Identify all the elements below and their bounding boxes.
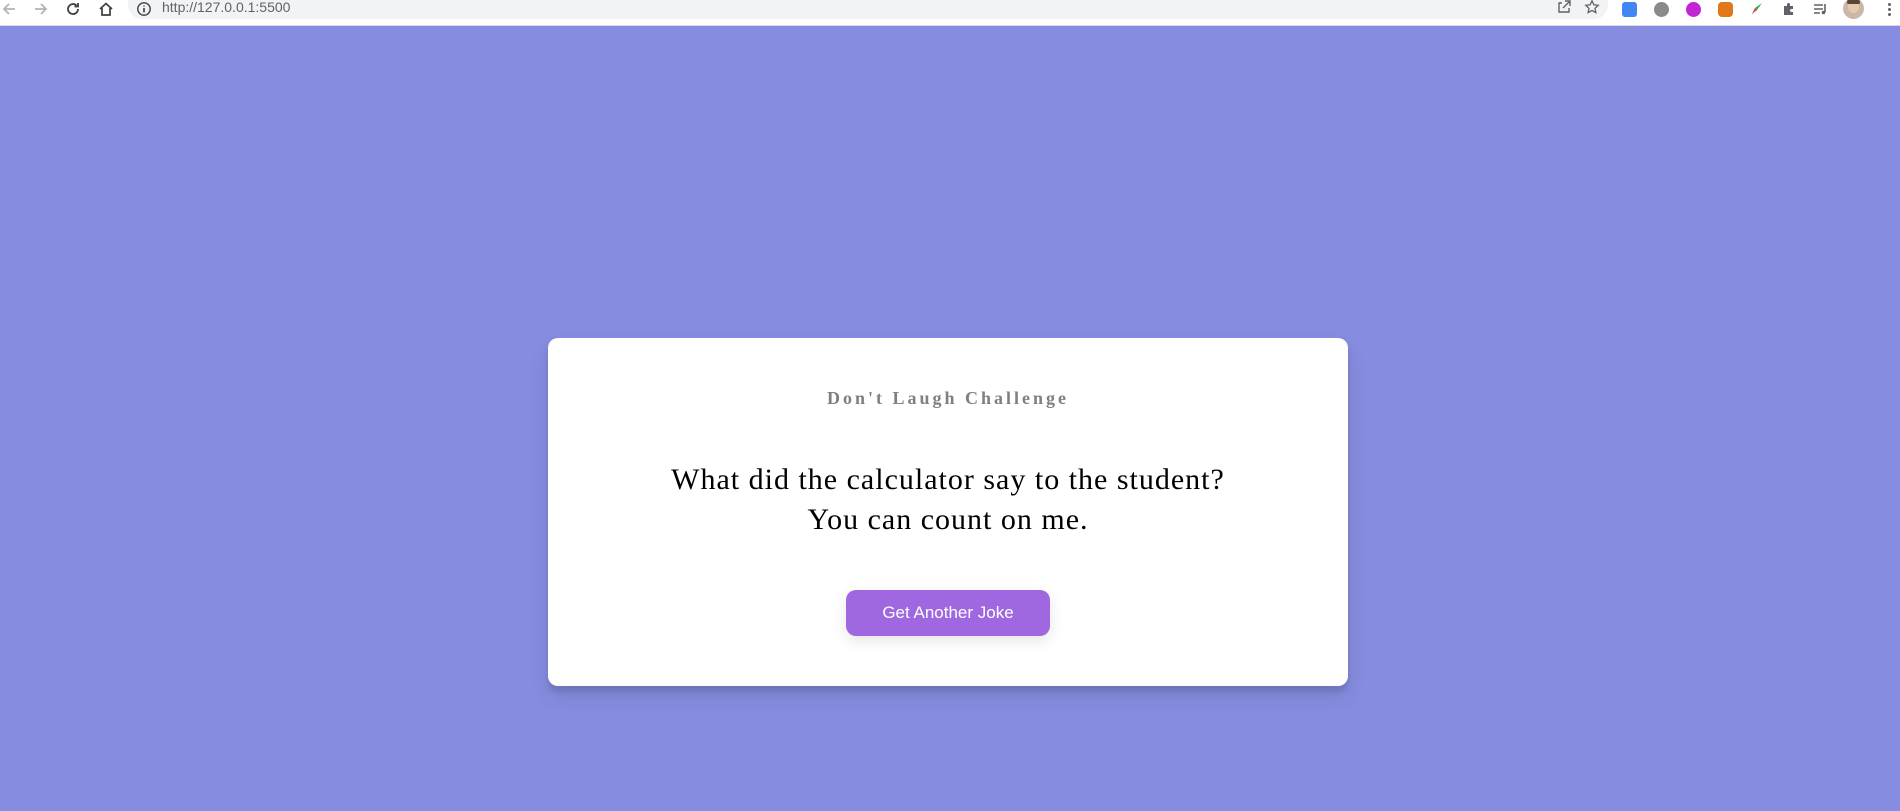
forward-arrow-icon [35,3,48,15]
metamask-fox-icon [1717,1,1733,17]
google-translate-icon [1621,1,1637,17]
card-heading: Don't Laugh Challenge [826,388,1070,408]
home-button[interactable] [95,0,117,18]
reload-icon [67,3,79,15]
get-another-joke-button[interactable]: Get Another Joke [846,590,1050,636]
joke-punchline: You can count on me. [807,503,1089,536]
extension-rocket-icon [1752,3,1762,14]
url-text[interactable]: http://127.0.0.1:5500 [162,0,290,15]
reading-list-icon [1814,4,1826,15]
forward-button[interactable] [30,0,52,18]
address-bar[interactable]: http://127.0.0.1:5500 [128,0,1608,19]
back-arrow-icon [2,3,15,15]
share-icon[interactable] [1556,0,1572,15]
site-info-icon[interactable] [136,1,152,17]
extension-globe-icon [1653,1,1669,17]
joke-text: What did the calculator say to the stude… [588,460,1308,540]
joke-question: What did the calculator say to the stude… [671,463,1225,496]
google-translate-extension[interactable] [1620,0,1638,18]
rocket-extension[interactable] [1748,0,1766,18]
home-icon [99,2,113,16]
joke-card: Don't Laugh Challenge What did the calcu… [548,338,1348,686]
bookmark-star-icon[interactable] [1584,0,1600,15]
reading-list-button[interactable] [1811,0,1829,18]
browser-toolbar: http://127.0.0.1:5500 [0,0,1900,26]
extensions-puzzle-icon [1784,3,1793,16]
avatar-hair [1847,0,1860,4]
profile-avatar[interactable] [1843,0,1864,19]
purple-extension[interactable] [1684,0,1702,18]
reload-button[interactable] [62,0,84,18]
globe-extension[interactable] [1652,0,1670,18]
back-button[interactable] [0,0,20,18]
metamask-extension[interactable] [1716,0,1734,18]
browser-menu-icon[interactable] [1882,0,1896,18]
extension-purple-icon [1685,1,1701,17]
extensions-menu-button[interactable] [1780,0,1798,18]
